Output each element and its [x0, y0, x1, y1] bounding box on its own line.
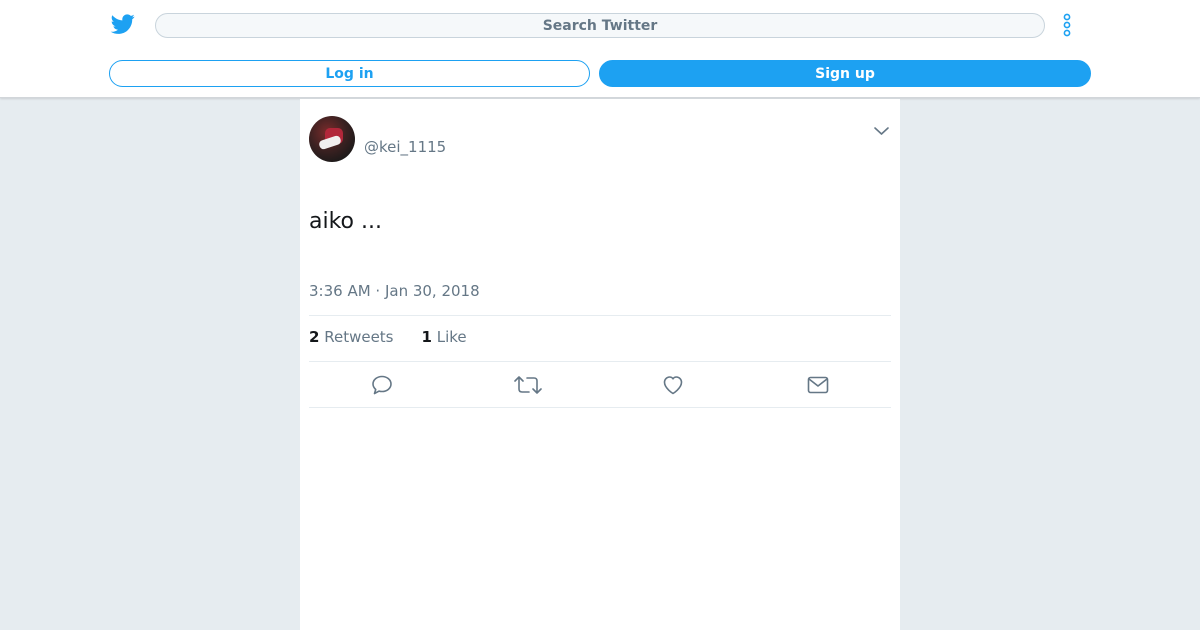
retweet-stat[interactable]: 2 Retweets [309, 328, 394, 346]
chevron-down-icon[interactable] [873, 122, 890, 135]
login-button-label: Log in [325, 65, 374, 82]
more-vertical-icon[interactable] [1060, 12, 1074, 38]
reply-icon[interactable] [370, 373, 394, 397]
tweet-timestamp[interactable]: 3:36 AM · Jan 30, 2018 [309, 282, 480, 300]
divider [309, 315, 891, 316]
avatar[interactable] [309, 116, 355, 162]
signup-button-label: Sign up [815, 65, 875, 82]
avatar-guitar [318, 134, 342, 151]
divider [309, 361, 891, 362]
search-input[interactable]: Search Twitter [155, 13, 1045, 38]
login-button[interactable]: Log in [109, 60, 590, 87]
search-placeholder: Search Twitter [542, 17, 658, 34]
direct-message-icon[interactable] [806, 373, 830, 397]
retweet-count: 2 [309, 328, 320, 346]
like-count: 1 [421, 328, 432, 346]
retweet-label: Retweets [324, 328, 394, 346]
user-handle[interactable]: @kei_1115 [364, 138, 446, 156]
tweet-text: aiko ... [309, 209, 382, 234]
like-stat[interactable]: 1 Like [422, 328, 467, 346]
signup-button[interactable]: Sign up [599, 60, 1091, 87]
tweet-actions [300, 370, 900, 406]
like-label: Like [436, 328, 467, 346]
divider [309, 407, 891, 408]
tweet-card: @kei_1115 aiko ... 3:36 AM · Jan 30, 201… [300, 99, 900, 630]
twitter-bird-icon[interactable] [110, 12, 136, 36]
retweet-icon[interactable] [514, 373, 542, 397]
top-navigation-bar: Search Twitter Log in Sign up [0, 0, 1200, 98]
like-icon[interactable] [661, 373, 685, 397]
tweet-stats: 2 Retweets 1 Like [309, 328, 467, 346]
